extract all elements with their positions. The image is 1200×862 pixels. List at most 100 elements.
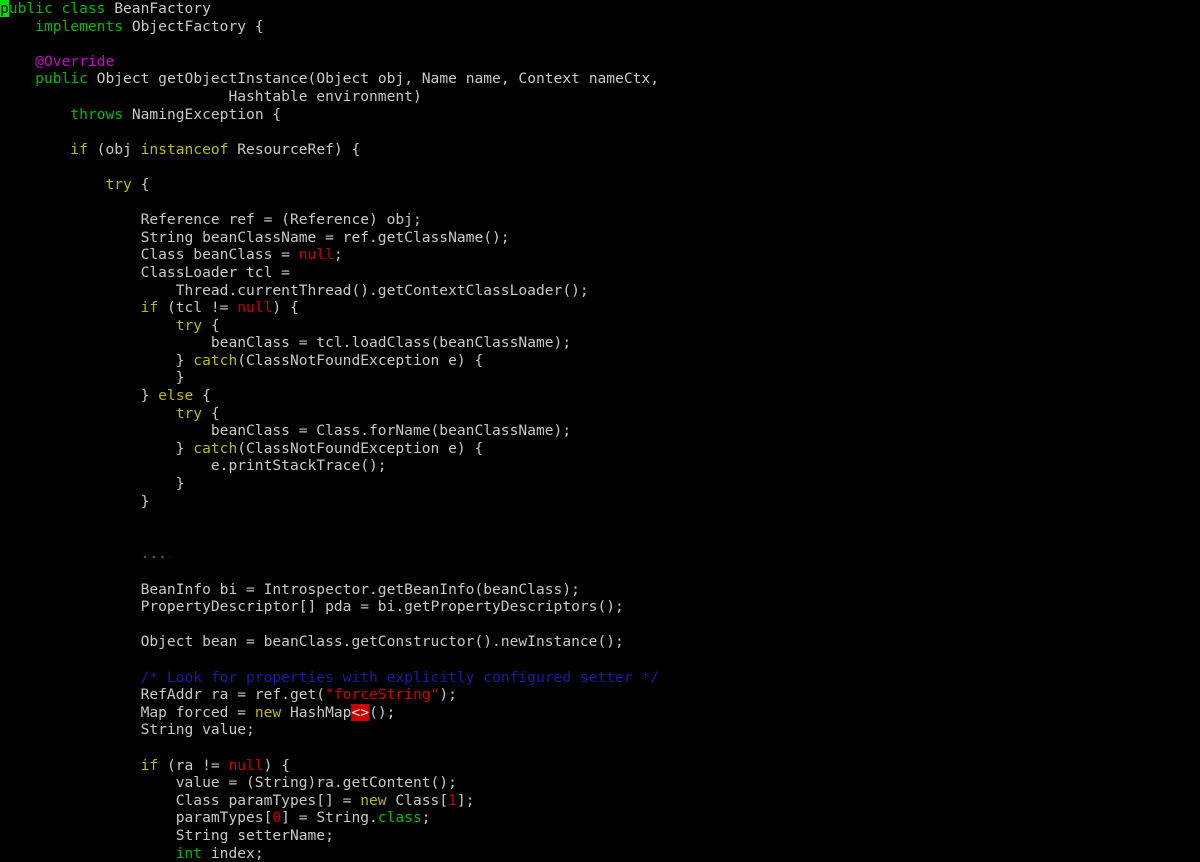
code-token-plain: ]; <box>457 792 475 809</box>
code-token-plain: (); <box>369 704 395 721</box>
code-token-plain: RefAddr ra = ref.get( <box>0 686 325 703</box>
code-token-plain: BeanFactory <box>114 0 211 17</box>
source-code-view[interactable]: public class BeanFactory implements Obje… <box>0 0 1200 862</box>
code-token-plain: beanClass = Class.forName(beanClassName)… <box>0 422 571 439</box>
code-line[interactable]: /* Look for properties with explicitly c… <box>0 669 1200 687</box>
code-token-keyword: throws <box>70 106 132 123</box>
code-line[interactable] <box>0 739 1200 757</box>
code-token-keyword: implements <box>35 18 132 35</box>
code-token-constant: null <box>228 757 263 774</box>
code-line[interactable]: ClassLoader tcl = <box>0 264 1200 282</box>
code-token-plain <box>0 545 141 562</box>
code-line[interactable]: value = (String)ra.getContent(); <box>0 774 1200 792</box>
code-line[interactable]: public class BeanFactory <box>0 0 1200 18</box>
code-line[interactable]: implements ObjectFactory { <box>0 18 1200 36</box>
code-token-comment: /* Look for properties with explicitly c… <box>141 669 659 686</box>
code-token-plain <box>0 405 176 422</box>
code-line[interactable]: public Object getObjectInstance(Object o… <box>0 70 1200 88</box>
code-token-plain: Object bean = beanClass.getConstructor()… <box>0 633 624 650</box>
code-token-plain: NamingException { <box>132 106 281 123</box>
code-line[interactable] <box>0 158 1200 176</box>
code-line[interactable]: Hashtable environment) <box>0 88 1200 106</box>
code-line[interactable] <box>0 123 1200 141</box>
code-token-plain <box>0 299 141 316</box>
code-token-plain: Reference ref = (Reference) obj; <box>0 211 422 228</box>
code-token-plain: (ra != <box>167 757 229 774</box>
code-line[interactable] <box>0 510 1200 528</box>
code-token-plain <box>0 106 70 123</box>
code-line[interactable] <box>0 528 1200 546</box>
code-token-control: try <box>105 176 131 193</box>
code-line[interactable]: } <box>0 493 1200 511</box>
code-token-special: ... <box>141 545 167 562</box>
code-line[interactable]: Map forced = new HashMap<>(); <box>0 704 1200 722</box>
code-line[interactable] <box>0 563 1200 581</box>
code-line[interactable]: if (ra != null) { <box>0 757 1200 775</box>
code-line[interactable] <box>0 651 1200 669</box>
code-line[interactable]: try { <box>0 405 1200 423</box>
code-token-plain: HashMap <box>290 704 352 721</box>
code-line[interactable]: Class paramTypes[] = new Class[1]; <box>0 792 1200 810</box>
code-line[interactable]: beanClass = tcl.loadClass(beanClassName)… <box>0 334 1200 352</box>
text-cursor[interactable]: p <box>0 0 9 17</box>
code-line[interactable]: Thread.currentThread().getContextClassLo… <box>0 282 1200 300</box>
code-line[interactable]: Class beanClass = null; <box>0 246 1200 264</box>
code-token-plain: String setterName; <box>0 827 334 844</box>
code-line[interactable]: try { <box>0 317 1200 335</box>
code-line[interactable]: throws NamingException { <box>0 106 1200 124</box>
code-token-plain: ResourceRef) { <box>237 141 360 158</box>
code-line[interactable]: RefAddr ra = ref.get("forceString"); <box>0 686 1200 704</box>
code-token-plain: (tcl != <box>167 299 237 316</box>
code-line[interactable]: if (obj instanceof ResourceRef) { <box>0 141 1200 159</box>
code-token-plain: } <box>0 475 185 492</box>
code-line[interactable]: e.printStackTrace(); <box>0 457 1200 475</box>
code-line[interactable]: try { <box>0 176 1200 194</box>
code-line[interactable]: } catch(ClassNotFoundException e) { <box>0 440 1200 458</box>
code-token-control: catch <box>193 352 237 369</box>
code-line[interactable]: Reference ref = (Reference) obj; <box>0 211 1200 229</box>
code-token-plain: } <box>0 493 149 510</box>
code-token-annotation: @Override <box>35 53 114 70</box>
code-line[interactable]: } catch(ClassNotFoundException e) { <box>0 352 1200 370</box>
code-token-plain: Thread.currentThread().getContextClassLo… <box>0 282 589 299</box>
code-line[interactable] <box>0 616 1200 634</box>
code-token-control: new <box>255 704 290 721</box>
code-token-plain: } <box>0 352 193 369</box>
code-editor-window[interactable]: public class BeanFactory implements Obje… <box>0 0 1200 859</box>
code-line[interactable]: if (tcl != null) { <box>0 299 1200 317</box>
code-line[interactable]: } <box>0 475 1200 493</box>
code-line[interactable]: @Override <box>0 53 1200 71</box>
code-token-plain: (ClassNotFoundException e) { <box>237 440 483 457</box>
code-token-plain: Class beanClass = <box>0 246 299 263</box>
code-line[interactable]: } else { <box>0 387 1200 405</box>
code-token-plain: } <box>0 369 185 386</box>
code-token-control: if <box>70 141 96 158</box>
code-line[interactable]: paramTypes[0] = String.class; <box>0 809 1200 827</box>
code-token-plain: beanClass = tcl.loadClass(beanClassName)… <box>0 334 571 351</box>
code-line[interactable]: PropertyDescriptor[] pda = bi.getPropert… <box>0 598 1200 616</box>
code-line[interactable]: BeanInfo bi = Introspector.getBeanInfo(b… <box>0 581 1200 599</box>
code-line[interactable] <box>0 35 1200 53</box>
code-line[interactable]: String beanClassName = ref.getClassName(… <box>0 229 1200 247</box>
code-token-plain <box>0 669 141 686</box>
code-line[interactable]: beanClass = Class.forName(beanClassName)… <box>0 422 1200 440</box>
code-line[interactable] <box>0 194 1200 212</box>
code-token-plain: (ClassNotFoundException e) { <box>237 352 483 369</box>
code-token-keyword: class <box>62 0 115 17</box>
code-token-plain: { <box>202 405 220 422</box>
code-line[interactable]: ... <box>0 545 1200 563</box>
code-token-plain: ClassLoader tcl = <box>0 264 290 281</box>
code-line[interactable]: String value; <box>0 721 1200 739</box>
code-line[interactable]: } <box>0 369 1200 387</box>
code-token-plain: Class[ <box>395 792 448 809</box>
code-line[interactable]: Object bean = beanClass.getConstructor()… <box>0 633 1200 651</box>
code-line[interactable]: String setterName; <box>0 827 1200 845</box>
code-token-plain: paramTypes[ <box>0 809 272 826</box>
code-line[interactable]: int index; <box>0 845 1200 862</box>
code-token-control: catch <box>193 440 237 457</box>
code-token-plain: { <box>202 317 220 334</box>
code-token-plain: BeanInfo bi = Introspector.getBeanInfo(b… <box>0 581 580 598</box>
code-token-plain: ; <box>334 246 343 263</box>
code-token-constant: null <box>237 299 272 316</box>
code-token-plain: ; <box>422 809 431 826</box>
